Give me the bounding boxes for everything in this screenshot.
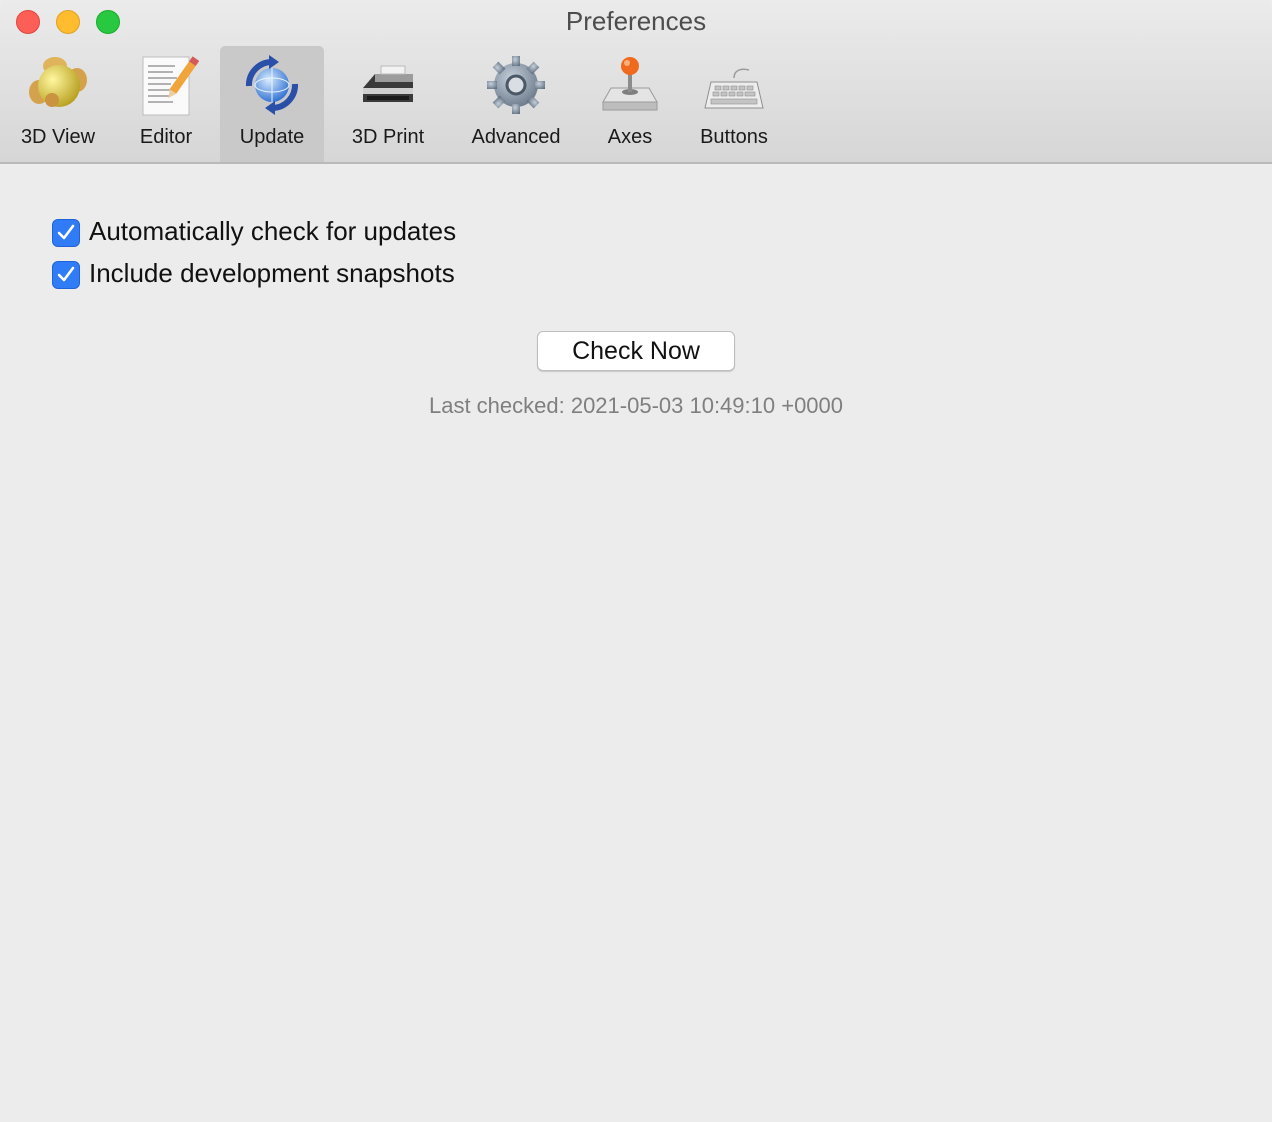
editor-icon xyxy=(133,52,200,118)
auto-check-checkbox[interactable] xyxy=(52,219,80,247)
joystick-icon xyxy=(597,52,663,118)
tab-3d-view[interactable]: 3D View xyxy=(8,46,108,162)
auto-check-label[interactable]: Automatically check for updates xyxy=(89,216,456,247)
last-checked-text: Last checked: 2021-05-03 10:49:10 +0000 xyxy=(428,393,844,418)
tab-advanced[interactable]: Advanced xyxy=(458,46,574,162)
tab-label: 3D View xyxy=(20,126,96,148)
3d-view-icon xyxy=(25,52,91,118)
tab-editor[interactable]: Editor xyxy=(116,46,216,162)
auto-check-option[interactable]: Automatically check for updates xyxy=(52,216,492,247)
keyboard-icon xyxy=(701,52,767,118)
gear-icon xyxy=(483,52,549,118)
checkmark-icon xyxy=(57,266,75,282)
dev-snapshots-checkbox[interactable] xyxy=(52,261,80,289)
tab-label: Axes xyxy=(607,126,653,148)
tab-3d-print[interactable]: 3D Print xyxy=(336,46,440,162)
tab-label: 3D Print xyxy=(351,126,425,148)
tab-label: Editor xyxy=(139,126,193,148)
check-now-button[interactable]: Check Now xyxy=(537,331,735,371)
dev-snapshots-option[interactable]: Include development snapshots xyxy=(52,258,492,289)
checkmark-icon xyxy=(57,224,75,240)
tab-label: Advanced xyxy=(471,126,561,148)
preferences-window: Preferences 3D View Editor Update 3D Pri… xyxy=(0,0,1272,1122)
tab-update[interactable]: Update xyxy=(220,46,324,162)
update-icon xyxy=(239,52,305,118)
window-title: Preferences xyxy=(565,6,707,36)
dev-snapshots-label[interactable]: Include development snapshots xyxy=(89,258,455,289)
printer-icon xyxy=(355,52,421,118)
toolbar: Preferences 3D View Editor Update 3D Pri… xyxy=(0,0,1272,164)
tab-axes[interactable]: Axes xyxy=(584,46,676,162)
tab-buttons[interactable]: Buttons xyxy=(684,46,784,162)
tab-label: Update xyxy=(239,126,305,148)
tab-label: Buttons xyxy=(700,126,768,148)
